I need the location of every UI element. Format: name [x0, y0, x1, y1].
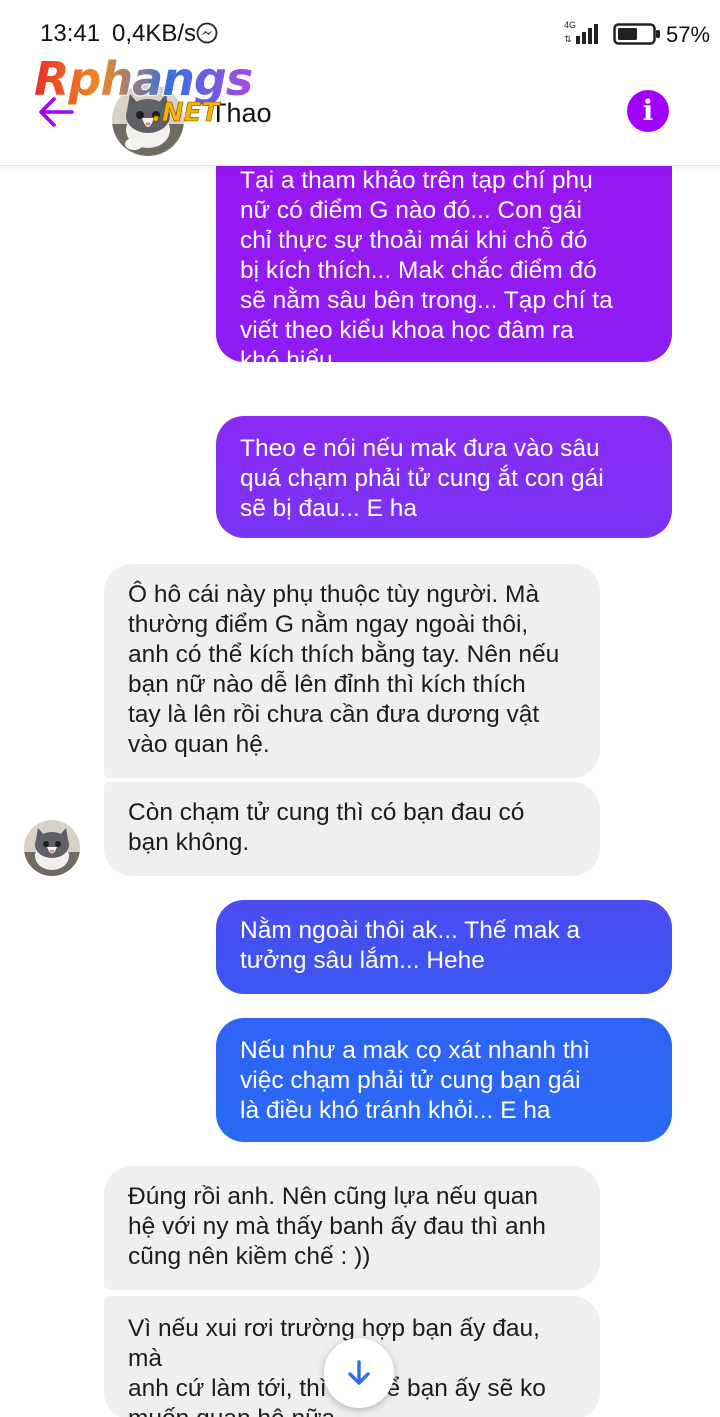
arrow-down-icon — [348, 1360, 370, 1385]
signal-4g-icon: 4G ⇅ — [564, 20, 598, 44]
logo-suffix: .NET — [152, 98, 220, 129]
message-bubble-incoming[interactable]: Đúng rồi anh. Nên cũng lựa nếu quan hệ v… — [104, 1166, 600, 1290]
message-bubble-outgoing[interactable]: Nằm ngoài thôi ak... Thế mak a tưởng sâu… — [216, 900, 672, 994]
logo-text: Rphangs — [34, 52, 253, 106]
battery-percentage: 57% — [666, 22, 711, 47]
message-thread[interactable]: Tại a tham khảo trên tạp chí phụ nữ có đ… — [0, 166, 720, 1417]
messenger-icon — [196, 22, 218, 44]
message-bubble-incoming[interactable]: Còn chạm tử cung thì có bạn đau có bạn k… — [104, 782, 600, 876]
message-bubble-outgoing[interactable]: Theo e nói nếu mak đưa vào sâu quá chạm … — [216, 416, 672, 538]
message-bubble-outgoing[interactable]: Tại a tham khảo trên tạp chí phụ nữ có đ… — [216, 166, 672, 374]
svg-text:⇅: ⇅ — [564, 34, 572, 44]
sender-avatar[interactable] — [24, 820, 80, 876]
message-bubble-incoming[interactable]: Ô hô cái này phụ thuộc tùy người. Mà thư… — [104, 564, 600, 778]
status-time: 13:41 — [40, 20, 101, 47]
info-button[interactable]: i — [627, 90, 669, 132]
message-bubble-outgoing[interactable]: Nếu như a mak cọ xát nhanh thì việc chạm… — [216, 1018, 672, 1142]
scroll-to-bottom-button[interactable] — [324, 1338, 394, 1408]
watermark-logo: Rphangs Rphangs .NET — [33, 51, 274, 132]
battery-icon — [613, 23, 660, 45]
status-network-speed: 0,4KB/s — [112, 20, 197, 47]
network-label: 4G — [564, 20, 576, 30]
info-icon: i — [642, 94, 654, 127]
